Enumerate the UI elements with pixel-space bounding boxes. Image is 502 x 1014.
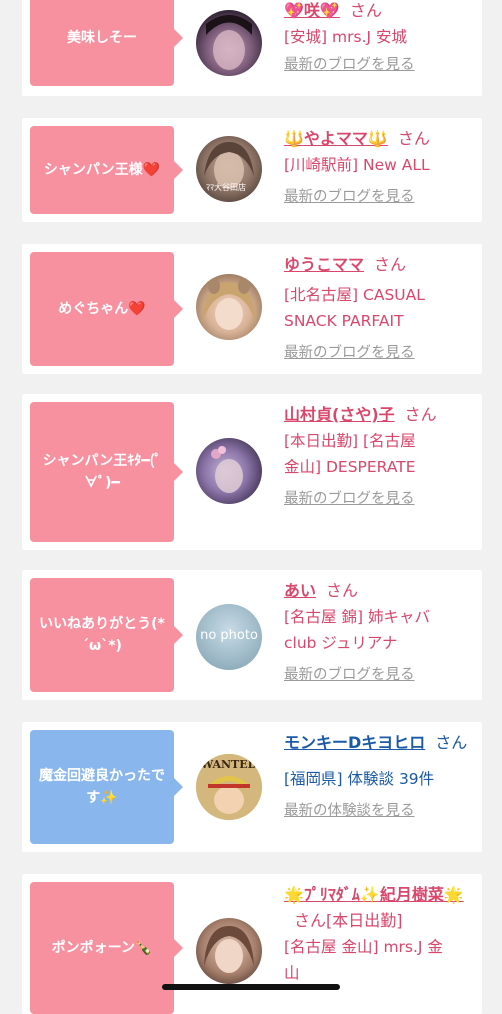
- avatar[interactable]: [196, 10, 262, 76]
- message-text: シャンパン王ｷﾀ━(ﾟ∀ﾟ)━: [42, 453, 162, 491]
- shop-info: [安城] mrs.J 安城: [284, 28, 407, 46]
- message-text: ポンポォーン🍾: [51, 940, 153, 956]
- honorific: さん: [349, 1, 382, 20]
- user-name-link[interactable]: 💖咲💖: [284, 1, 340, 20]
- avatar-caption: no photo: [200, 628, 258, 643]
- avatar[interactable]: [196, 274, 262, 340]
- user-name-link[interactable]: あい: [284, 581, 316, 600]
- shop-info: [本日出勤] [名古屋 金山] DESPERATE: [284, 432, 416, 476]
- avatar[interactable]: [196, 918, 262, 984]
- avatar[interactable]: ﾏﾏ大谷田店: [196, 136, 262, 202]
- user-name-link[interactable]: 山村貞(さや)子: [284, 405, 395, 424]
- latest-blog-link[interactable]: 最新のブログを見る: [284, 342, 474, 364]
- user-name-link[interactable]: モンキーDキヨヒロ: [284, 733, 425, 752]
- message-bubble: めぐちゃん❤️: [30, 252, 183, 366]
- avatar-image: [211, 446, 243, 493]
- message-bubble: 魔金回避良かったです✨: [30, 730, 183, 844]
- latest-blog-link[interactable]: 最新のブログを見る: [284, 488, 474, 510]
- message-bubble: ポンポォーン🍾: [30, 882, 183, 1014]
- latest-review-link[interactable]: 最新の体験談を見る: [284, 800, 474, 822]
- honorific: さん: [435, 733, 468, 752]
- avatar-image: [202, 278, 256, 330]
- avatar[interactable]: WANTED: [196, 754, 262, 820]
- list-item[interactable]: シャンパン王ｷﾀ━(ﾟ∀ﾟ)━ 山村貞(さや)子 さん [本日出勤] [名古屋 金…: [22, 394, 482, 550]
- honorific: さん: [374, 255, 407, 274]
- user-name-link[interactable]: 🔱やよママ🔱: [284, 129, 388, 148]
- message-text: 魔金回避良かったです✨: [39, 768, 165, 806]
- honorific: さん[本日出勤]: [294, 911, 403, 930]
- shop-info: [名古屋 金山] mrs.J 金山: [284, 938, 443, 982]
- list-item[interactable]: シャンパン王様❤️ ﾏﾏ大谷田店 🔱やよママ🔱 さん [川崎駅前] New ALL…: [22, 118, 482, 222]
- shop-info: [川崎駅前] New ALL: [284, 156, 430, 174]
- list-item[interactable]: ポンポォーン🍾 🌟ﾌﾟﾘﾏﾀﾞﾑ✨紀月樹菜🌟 さん[本日出勤] [名古屋 金山] …: [22, 874, 482, 1014]
- avatar-caption: WANTED: [200, 758, 258, 771]
- home-indicator[interactable]: [162, 984, 340, 990]
- latest-blog-link[interactable]: 最新のブログを見る: [284, 186, 474, 208]
- list-item[interactable]: めぐちゃん❤️ ゆうこママ さん [北名古屋] CASUAL SNACK PARF…: [22, 244, 482, 374]
- message-bubble: シャンパン王様❤️: [30, 126, 183, 214]
- avatar[interactable]: [196, 438, 262, 504]
- message-bubble: いいねありがとう(*´ω`*): [30, 578, 183, 692]
- honorific: さん: [397, 129, 430, 148]
- shop-info: [名古屋 錦] 姉キャバclub ジュリアナ: [284, 608, 430, 652]
- latest-blog-link[interactable]: 最新のブログを見る: [284, 664, 474, 686]
- avatar-image: [204, 926, 254, 973]
- avatar-image: [206, 15, 252, 70]
- review-info: [福岡県] 体験談 39件: [284, 770, 435, 788]
- honorific: さん: [326, 581, 359, 600]
- honorific: さん: [404, 405, 437, 424]
- message-text: いいねありがとう(*´ω`*): [39, 616, 165, 654]
- list-item[interactable]: 魔金回避良かったです✨ WANTED モンキーDキヨヒロ さん [福岡県] 体験談…: [22, 722, 482, 852]
- message-text: 美味しそー: [67, 30, 137, 46]
- message-text: めぐちゃん❤️: [58, 301, 146, 317]
- message-bubble: シャンパン王ｷﾀ━(ﾟ∀ﾟ)━: [30, 402, 183, 542]
- avatar-caption: ﾏﾏ大谷田店: [206, 183, 246, 192]
- shop-info: [北名古屋] CASUAL SNACK PARFAIT: [284, 286, 425, 330]
- user-name-link[interactable]: ゆうこママ: [284, 255, 364, 274]
- message-bubble: 美味しそー: [30, 0, 183, 86]
- latest-blog-link[interactable]: 最新のブログを見る: [284, 54, 474, 76]
- list-item[interactable]: 美味しそー 💖咲💖 さん [安城] mrs.J 安城 最新のブログを見る: [22, 0, 482, 96]
- user-name-link[interactable]: 🌟ﾌﾟﾘﾏﾀﾞﾑ✨紀月樹菜🌟: [284, 885, 464, 904]
- message-text: シャンパン王様❤️: [43, 162, 161, 178]
- avatar[interactable]: no photo: [196, 604, 262, 670]
- list-item[interactable]: いいねありがとう(*´ω`*) no photo あい さん [名古屋 錦] 姉キ…: [22, 570, 482, 700]
